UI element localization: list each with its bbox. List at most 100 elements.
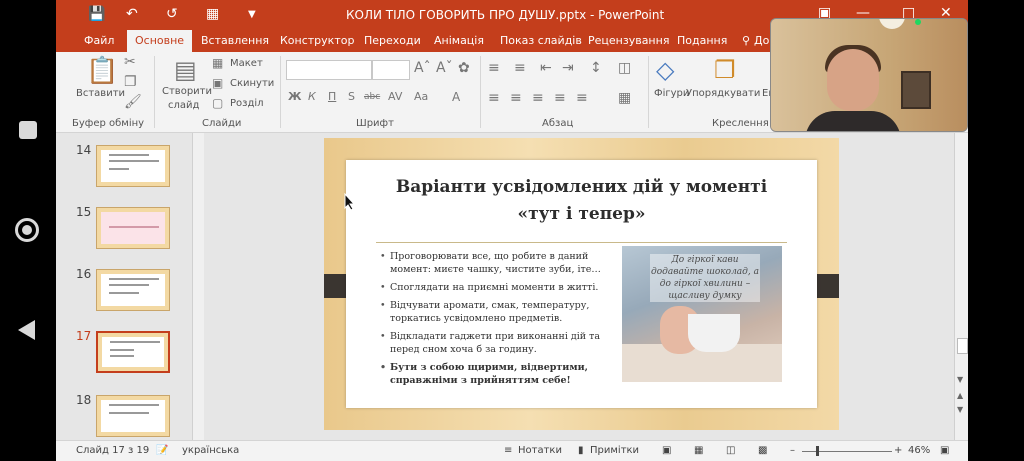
font-name-box[interactable]	[286, 60, 372, 80]
bullets-icon[interactable]: ≡	[488, 60, 500, 76]
zoom-level[interactable]: 46%	[908, 445, 930, 456]
align-center-icon[interactable]: ≡	[510, 90, 522, 106]
save-icon[interactable]: 💾	[88, 6, 105, 22]
tab-slideshow[interactable]: Показ слайдів	[500, 34, 582, 47]
tab-design[interactable]: Конструктор	[280, 34, 354, 47]
thumbnail-number: 16	[76, 267, 92, 281]
decrease-indent-icon[interactable]: ⇤	[540, 60, 552, 76]
format-painter-icon[interactable]: 🖌	[124, 94, 142, 110]
home-icon[interactable]	[15, 218, 39, 242]
slide-thumbnail-pane: 14 15 16 17 18	[56, 133, 204, 440]
font-size-box[interactable]	[372, 60, 410, 80]
redo-icon[interactable]: ↺	[166, 6, 178, 22]
next-slide-icon[interactable]: ▼	[957, 405, 963, 414]
lightbulb-icon[interactable]: ⚲	[742, 34, 750, 47]
start-slideshow-icon[interactable]: ▦	[206, 6, 219, 22]
reset-button[interactable]: Скинути	[230, 78, 274, 89]
reading-view-icon[interactable]: ◫	[726, 445, 735, 456]
thumbnail-number: 15	[76, 205, 92, 219]
coffee-photo[interactable]: До гіркої кави додавайте шоколад, а до г…	[622, 246, 782, 382]
new-slide-label-line1[interactable]: Створити	[162, 86, 212, 97]
underline-button[interactable]: П	[328, 90, 336, 103]
webcam-person-face	[827, 49, 879, 111]
strikethrough-button[interactable]: abc	[364, 92, 380, 102]
clear-formatting-icon[interactable]: ✿	[458, 60, 470, 76]
new-slide-label-line2[interactable]: слайд	[168, 100, 199, 111]
shapes-icon[interactable]: ◇	[656, 56, 674, 84]
slideshow-view-icon[interactable]: ▩	[758, 445, 767, 456]
normal-view-icon[interactable]: ▣	[662, 445, 671, 456]
distribute-icon[interactable]: ≡	[576, 90, 588, 106]
fit-slide-icon[interactable]: ▣	[940, 445, 949, 456]
comments-icon[interactable]: ▮	[578, 445, 584, 456]
spellcheck-icon[interactable]: 📝	[156, 445, 168, 456]
slide-title[interactable]: Варіанти усвідомлених дій у моменті «тут…	[376, 174, 787, 228]
paragraph-group-label: Абзац	[542, 118, 574, 129]
bold-button[interactable]: Ж	[288, 90, 301, 103]
zoom-out-icon[interactable]: –	[790, 445, 795, 456]
line-spacing-icon[interactable]: ↕	[590, 60, 602, 76]
slide-thumbnail-16[interactable]	[96, 269, 170, 311]
recent-apps-icon[interactable]	[19, 121, 37, 139]
arrange-icon[interactable]: ❐	[714, 56, 736, 84]
slide-sorter-icon[interactable]: ▦	[694, 445, 703, 456]
quick-access-dropdown-icon[interactable]: ▼	[248, 9, 256, 20]
paste-button-label[interactable]: Вставити	[76, 88, 125, 99]
shadow-button[interactable]: S	[348, 90, 355, 103]
increase-font-icon[interactable]: Aˆ	[414, 60, 431, 76]
change-case-button[interactable]: Aa	[414, 90, 428, 103]
section-button[interactable]: Розділ	[230, 98, 264, 109]
tab-view[interactable]: Подання	[677, 34, 727, 47]
character-spacing-button[interactable]: AV	[388, 90, 402, 103]
slide-thumbnail-18[interactable]	[96, 395, 170, 437]
zoom-in-icon[interactable]: +	[894, 445, 902, 456]
align-right-icon[interactable]: ≡	[532, 90, 544, 106]
italic-button[interactable]: К	[308, 90, 316, 103]
layout-icon[interactable]: ▦	[212, 56, 223, 70]
numbering-icon[interactable]: ≡	[514, 60, 526, 76]
tab-animations[interactable]: Анімація	[434, 34, 484, 47]
shapes-button[interactable]: Фігури	[654, 88, 689, 99]
comments-button[interactable]: Примітки	[590, 445, 639, 456]
notes-button[interactable]: Нотатки	[518, 445, 562, 456]
scrollbar-thumb[interactable]	[957, 338, 968, 354]
increase-indent-icon[interactable]: ⇥	[562, 60, 574, 76]
notes-icon[interactable]: ≡	[504, 445, 512, 456]
layout-button[interactable]: Макет	[230, 58, 263, 69]
tab-insert[interactable]: Вставлення	[201, 34, 269, 47]
cut-icon[interactable]: ✂	[124, 54, 136, 70]
slide-thumbnail-15[interactable]	[96, 207, 170, 249]
scroll-down-icon[interactable]: ▼	[957, 375, 963, 384]
language-indicator[interactable]: українська	[182, 445, 239, 456]
back-icon[interactable]	[18, 320, 35, 340]
slide-scrollbar[interactable]: ▼ ▲ ▼	[954, 133, 968, 440]
current-slide[interactable]: Варіанти усвідомлених дій у моменті «тут…	[324, 138, 839, 430]
thumbnail-scrollbar[interactable]	[192, 133, 204, 440]
slide-editor: Варіанти усвідомлених дій у моменті «тут…	[204, 133, 954, 440]
photo-caption: До гіркої кави додавайте шоколад, а до г…	[650, 254, 760, 302]
justify-icon[interactable]: ≡	[554, 90, 566, 106]
slide-thumbnail-17[interactable]	[96, 331, 170, 373]
new-slide-icon[interactable]: ▤	[174, 56, 197, 84]
paste-icon[interactable]: 📋	[86, 56, 118, 86]
tab-review[interactable]: Рецензування	[588, 34, 669, 47]
previous-slide-icon[interactable]: ▲	[957, 391, 963, 400]
font-color-button[interactable]: A	[452, 90, 460, 104]
smartart-icon[interactable]: ▦	[618, 90, 631, 106]
zoom-slider-thumb[interactable]	[816, 446, 819, 456]
bullet-list[interactable]: Проговорювати все, що робите в даний мом…	[380, 250, 616, 392]
decrease-font-icon[interactable]: Aˇ	[436, 60, 453, 76]
tab-file[interactable]: Файл	[84, 34, 114, 47]
tab-tell-me[interactable]: Дo	[754, 34, 769, 47]
arrange-button[interactable]: Упорядкувати	[686, 88, 760, 99]
webcam-overlay[interactable]	[770, 18, 968, 132]
copy-icon[interactable]: ❐	[124, 74, 137, 90]
slide-thumbnail-14[interactable]	[96, 145, 170, 187]
section-icon[interactable]: ▢	[212, 96, 223, 110]
align-left-icon[interactable]: ≡	[488, 90, 500, 106]
tab-transitions[interactable]: Переходи	[364, 34, 421, 47]
tab-home[interactable]: Основне	[127, 30, 193, 52]
reset-icon[interactable]: ▣	[212, 76, 223, 90]
text-columns-icon[interactable]: ◫	[618, 60, 631, 76]
undo-icon[interactable]: ↶	[126, 6, 138, 22]
